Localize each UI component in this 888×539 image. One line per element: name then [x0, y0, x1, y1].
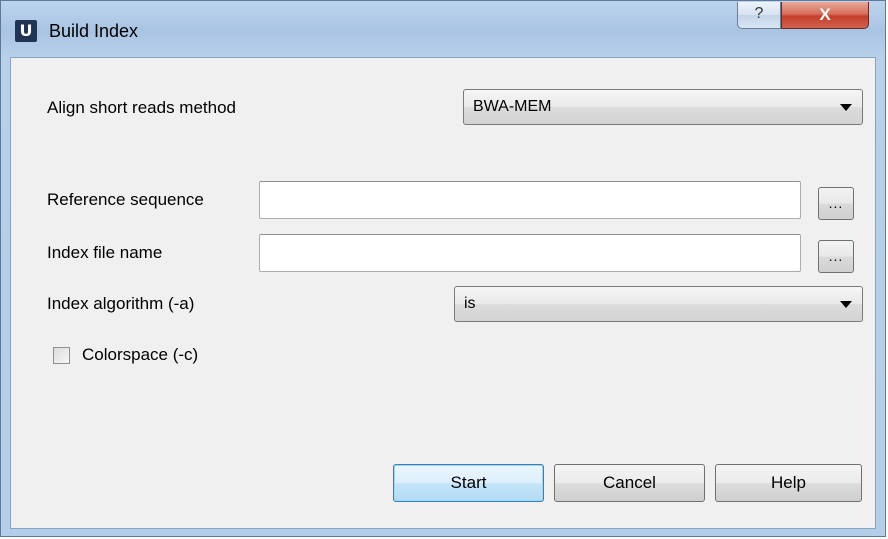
index-file-name-label: Index file name	[47, 243, 163, 262]
build-index-dialog: U Build Index ? X Align short reads meth…	[0, 0, 886, 537]
align-method-select[interactable]: BWA-MEM	[463, 89, 863, 125]
align-method-value: BWA-MEM	[473, 98, 552, 115]
index-algorithm-value: is	[464, 295, 476, 312]
colorspace-label[interactable]: Colorspace (-c)	[82, 345, 198, 365]
chevron-down-icon	[840, 104, 852, 111]
cancel-button[interactable]: Cancel	[554, 464, 705, 502]
reference-sequence-input[interactable]	[259, 181, 801, 219]
dialog-body: Align short reads method BWA-MEM Referen…	[10, 57, 876, 529]
window-title: Build Index	[49, 21, 139, 41]
context-help-button[interactable]: ?	[737, 2, 781, 29]
align-method-label: Align short reads method	[47, 98, 236, 117]
close-icon: X	[819, 5, 831, 24]
start-button[interactable]: Start	[393, 464, 544, 502]
app-logo-icon: U	[15, 20, 37, 42]
help-button[interactable]: Help	[715, 464, 862, 502]
chevron-down-icon	[840, 301, 852, 308]
index-file-browse-button[interactable]: ...	[818, 240, 854, 273]
reference-browse-button[interactable]: ...	[818, 187, 854, 220]
index-algorithm-select[interactable]: is	[454, 286, 863, 322]
reference-sequence-label: Reference sequence	[47, 190, 204, 209]
index-algorithm-label: Index algorithm (-a)	[47, 294, 195, 313]
colorspace-checkbox[interactable]	[53, 347, 70, 364]
question-mark-icon: ?	[754, 5, 764, 22]
index-file-name-input[interactable]	[259, 234, 801, 272]
close-button[interactable]: X	[781, 2, 869, 29]
title-bar[interactable]: U Build Index ? X	[1, 1, 885, 57]
